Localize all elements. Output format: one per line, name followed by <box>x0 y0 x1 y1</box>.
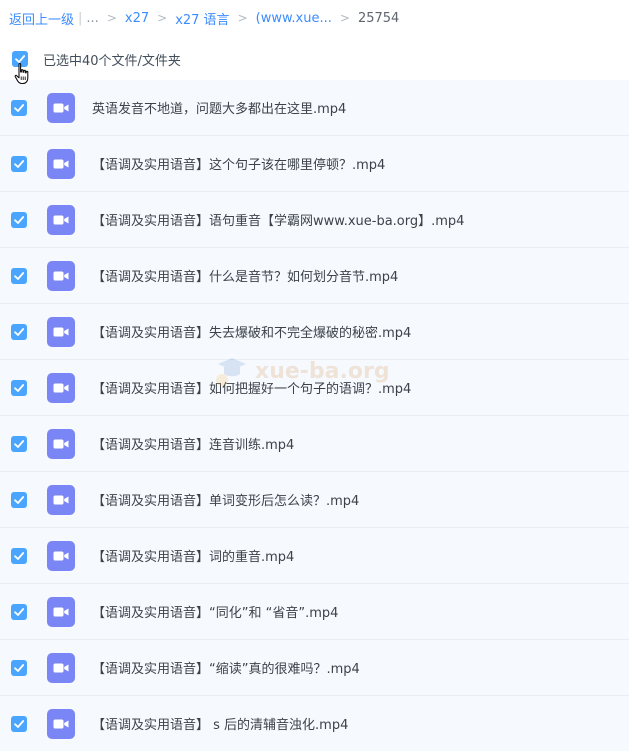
file-checkbox[interactable] <box>11 99 27 116</box>
file-row[interactable]: 【语调及实用语音】单词变形后怎么读？.mp4 <box>0 472 629 528</box>
file-row[interactable]: 【语调及实用语音】什么是音节？如何划分音节.mp4 <box>0 248 629 304</box>
breadcrumb: 返回上一级 | ... > x27 > x27 语言 > (www.xue...… <box>9 9 400 28</box>
video-file-icon <box>47 652 75 683</box>
file-name[interactable]: 【语调及实用语音】如何把握好一个句子的语调？.mp4 <box>92 378 411 397</box>
chevron-right-icon: > <box>157 11 168 25</box>
file-checkbox[interactable] <box>11 323 27 340</box>
file-row[interactable]: 【语调及实用语音】这个句子该在哪里停顿？.mp4 <box>0 136 629 192</box>
video-file-icon <box>47 484 75 515</box>
video-file-icon <box>47 540 75 571</box>
breadcrumb-item-x27-language[interactable]: x27 语言 <box>175 9 229 28</box>
file-name[interactable]: 【语调及实用语音】单词变形后怎么读？.mp4 <box>92 490 359 509</box>
checkmark-icon <box>14 383 25 392</box>
file-checkbox[interactable] <box>11 155 27 172</box>
file-row[interactable]: 【语调及实用语音】“缩读”真的很难吗？.mp4 <box>0 640 629 696</box>
file-checkbox[interactable] <box>11 491 27 508</box>
file-row[interactable]: 【语调及实用语音】“同化”和 “省音”.mp4 <box>0 584 629 640</box>
video-file-icon <box>47 708 75 739</box>
chevron-right-icon: > <box>237 11 248 25</box>
breadcrumb-current: 25754 <box>357 10 400 26</box>
checkmark-icon <box>14 495 25 504</box>
file-checkbox[interactable] <box>11 715 27 732</box>
video-file-icon <box>47 260 75 291</box>
video-file-icon <box>47 148 75 179</box>
video-file-icon <box>47 372 75 403</box>
file-checkbox[interactable] <box>11 267 27 284</box>
file-row[interactable]: 【语调及实用语音】如何把握好一个句子的语调？.mp4 <box>0 360 629 416</box>
file-name[interactable]: 【语调及实用语音】语句重音【学霸网www.xue-ba.org】.mp4 <box>92 210 464 229</box>
checkmark-icon <box>14 663 25 672</box>
select-all-row: 已选中40个文件/文件夹 <box>12 49 181 69</box>
video-file-icon <box>47 92 75 123</box>
chevron-right-icon: > <box>106 11 117 25</box>
file-row[interactable]: 【语调及实用语音】词的重音.mp4 <box>0 528 629 584</box>
checkmark-icon <box>14 719 25 728</box>
video-file-icon <box>47 428 75 459</box>
checkmark-icon <box>14 439 25 448</box>
checkmark-icon <box>14 159 25 168</box>
file-name[interactable]: 【语调及实用语音】这个句子该在哪里停顿？.mp4 <box>92 154 385 173</box>
file-row[interactable]: 【语调及实用语音】 s 后的清辅音浊化.mp4 <box>0 696 629 751</box>
video-file-icon <box>47 316 75 347</box>
checkmark-icon <box>14 215 25 224</box>
checkmark-icon <box>14 103 25 112</box>
file-name[interactable]: 英语发音不地道，问题大多都出在这里.mp4 <box>92 98 346 117</box>
file-name[interactable]: 【语调及实用语音】 s 后的清辅音浊化.mp4 <box>92 714 348 733</box>
checkmark-icon <box>14 327 25 336</box>
chevron-right-icon: > <box>339 11 350 25</box>
file-row[interactable]: 英语发音不地道，问题大多都出在这里.mp4 <box>0 80 629 136</box>
file-row[interactable]: 【语调及实用语音】失去爆破和不完全爆破的秘密.mp4 <box>0 304 629 360</box>
file-name[interactable]: 【语调及实用语音】“缩读”真的很难吗？.mp4 <box>92 658 360 677</box>
file-checkbox[interactable] <box>11 435 27 452</box>
checkmark-icon <box>14 607 25 616</box>
checkmark-icon <box>14 271 25 280</box>
file-checkbox[interactable] <box>11 603 27 620</box>
checkmark-icon <box>14 551 25 560</box>
file-name[interactable]: 【语调及实用语音】失去爆破和不完全爆破的秘密.mp4 <box>92 322 411 341</box>
hand-pointer-icon <box>14 62 29 85</box>
file-list: 英语发音不地道，问题大多都出在这里.mp4 【语调及实用语音】这个句子该在哪里停顿… <box>0 80 629 751</box>
breadcrumb-item-x27[interactable]: x27 <box>125 11 149 26</box>
video-file-icon <box>47 204 75 235</box>
breadcrumb-divider: | <box>78 10 83 26</box>
breadcrumb-ellipsis[interactable]: ... <box>86 11 98 26</box>
file-checkbox[interactable] <box>11 547 27 564</box>
back-link[interactable]: 返回上一级 <box>9 9 74 28</box>
file-row[interactable]: 【语调及实用语音】语句重音【学霸网www.xue-ba.org】.mp4 <box>0 192 629 248</box>
breadcrumb-item-xue-ba[interactable]: (www.xue... <box>256 11 332 26</box>
file-checkbox[interactable] <box>11 659 27 676</box>
file-checkbox[interactable] <box>11 211 27 228</box>
file-browser: 返回上一级 | ... > x27 > x27 语言 > (www.xue...… <box>0 0 629 751</box>
video-file-icon <box>47 596 75 627</box>
file-name[interactable]: 【语调及实用语音】“同化”和 “省音”.mp4 <box>92 602 338 621</box>
file-row[interactable]: 【语调及实用语音】连音训练.mp4 <box>0 416 629 472</box>
selection-count-label: 已选中40个文件/文件夹 <box>43 53 181 69</box>
file-checkbox[interactable] <box>11 379 27 396</box>
file-name[interactable]: 【语调及实用语音】词的重音.mp4 <box>92 546 294 565</box>
file-name[interactable]: 【语调及实用语音】什么是音节？如何划分音节.mp4 <box>92 266 398 285</box>
file-name[interactable]: 【语调及实用语音】连音训练.mp4 <box>92 434 294 453</box>
